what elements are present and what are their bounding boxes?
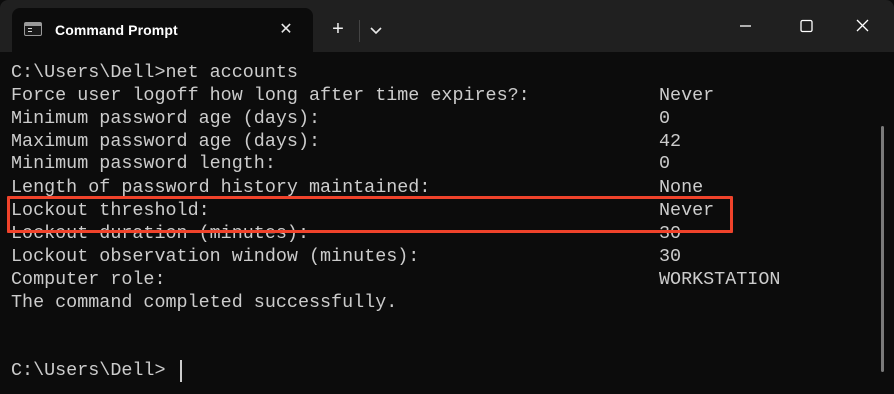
text-cursor — [180, 360, 182, 382]
tab-divider — [359, 20, 360, 42]
terminal-output[interactable]: C:\Users\Dell>net accounts Force user lo… — [0, 52, 894, 394]
command-line: C:\Users\Dell>net accounts — [11, 62, 298, 83]
output-label: Force user logoff how long after time ex… — [11, 85, 530, 106]
output-value: 30 — [659, 246, 682, 267]
output-value: WORKSTATION — [659, 269, 781, 290]
output-label: Computer role: — [11, 269, 166, 290]
minimize-icon[interactable] — [722, 12, 768, 40]
output-value: 0 — [659, 108, 671, 129]
chevron-down-icon[interactable] — [364, 18, 388, 42]
output-label: Maximum password age (days): — [11, 131, 321, 152]
highlight-box — [7, 196, 733, 233]
output-value: Never — [659, 85, 715, 106]
scrollbar[interactable] — [881, 126, 884, 372]
tab-command-prompt[interactable]: Command Prompt ✕ — [12, 8, 313, 52]
output-label: Lockout observation window (minutes): — [11, 246, 420, 267]
tab-title: Command Prompt — [55, 22, 178, 38]
new-tab-button[interactable]: + — [326, 18, 350, 42]
output-value: 42 — [659, 131, 682, 152]
terminal-window: Command Prompt ✕ + C:\Users\Dell>net acc… — [0, 0, 894, 394]
output-label: Minimum password age (days): — [11, 108, 321, 129]
tab-close-icon[interactable]: ✕ — [274, 18, 298, 42]
output-label: Minimum password length: — [11, 153, 276, 174]
title-bar: Command Prompt ✕ + — [0, 0, 894, 52]
close-icon[interactable] — [840, 12, 886, 40]
output-value: 0 — [659, 153, 671, 174]
maximize-icon[interactable] — [783, 12, 829, 40]
terminal-icon — [24, 22, 42, 36]
prompt-line: C:\Users\Dell> — [11, 360, 166, 381]
status-message: The command completed successfully. — [11, 292, 398, 313]
